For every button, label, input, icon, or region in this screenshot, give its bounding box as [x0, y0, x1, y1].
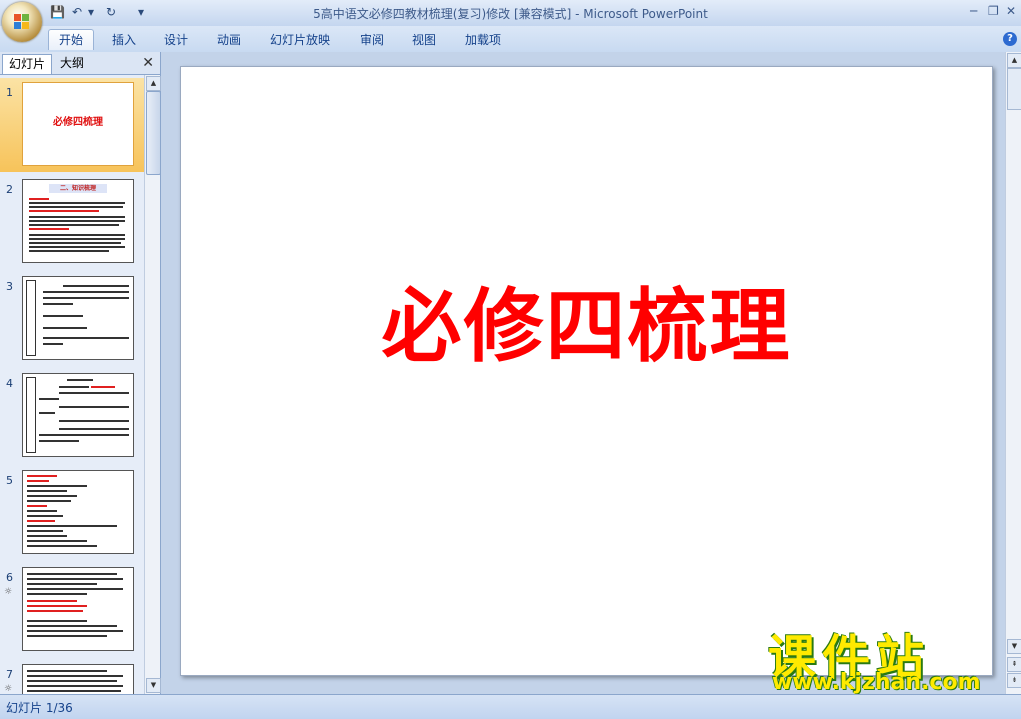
slide-thumb-5[interactable]: 5: [0, 466, 144, 560]
tab-review[interactable]: 审阅: [350, 30, 394, 50]
thumb-title: 二、知识梳理: [49, 184, 107, 193]
close-button[interactable]: ✕: [1006, 4, 1016, 18]
slide-title[interactable]: 必修四梳理: [181, 262, 992, 378]
tab-addins[interactable]: 加载项: [455, 30, 511, 50]
watermark-url: www.kjzhan.com: [772, 670, 981, 695]
animation-icon: ☼: [4, 684, 13, 694]
thumbnail: [22, 664, 134, 694]
slides-panel: 幻灯片 大纲 ✕ 1 必修四梳理 2 二、知识梳理 3 4 5 6 ☼ 7 ☼ …: [0, 52, 161, 694]
slide-number: 7: [6, 668, 13, 681]
scroll-down-icon[interactable]: ▼: [146, 678, 161, 693]
panel-scrollbar[interactable]: ▲ ▼: [144, 75, 161, 694]
scroll-up-icon[interactable]: ▲: [1007, 53, 1021, 68]
slide-number: 1: [6, 86, 13, 99]
close-icon[interactable]: ✕: [142, 55, 154, 71]
scroll-thumb[interactable]: [1007, 68, 1021, 110]
tab-design[interactable]: 设计: [154, 30, 198, 50]
restore-button[interactable]: ❐: [988, 4, 999, 18]
slide-number: 3: [6, 280, 13, 293]
slide-thumb-4[interactable]: 4: [0, 369, 144, 463]
tab-insert[interactable]: 插入: [102, 30, 146, 50]
scroll-up-icon[interactable]: ▲: [146, 76, 161, 91]
slide-number: 4: [6, 377, 13, 390]
slide-thumb-7[interactable]: 7 ☼: [0, 660, 144, 694]
slide-number: 6: [6, 571, 13, 584]
thumb-title: 必修四梳理: [53, 117, 103, 128]
previous-slide-icon[interactable]: ⇞: [1007, 657, 1021, 672]
ribbon-tabs: 开始 插入 设计 动画 幻灯片放映 审阅 视图 加载项: [0, 26, 1021, 53]
scroll-thumb[interactable]: [146, 91, 161, 175]
editor-scrollbar[interactable]: ▲ ▼ ⇞ ⇟: [1005, 52, 1021, 694]
tab-slideshow[interactable]: 幻灯片放映: [260, 30, 340, 50]
title-bar: 💾 ↶ ▾ ↻ ▾ 5高中语文必修四教材梳理(复习)修改 [兼容模式] - Mi…: [0, 0, 1021, 26]
thumbnail: [22, 567, 134, 651]
slide-number: 5: [6, 474, 13, 487]
thumbnail: [22, 470, 134, 554]
slide-counter: 幻灯片 1/36: [6, 701, 73, 715]
thumbnail: 二、知识梳理: [22, 179, 134, 263]
animation-icon: ☼: [4, 587, 13, 597]
slide-canvas[interactable]: 必修四梳理: [180, 66, 993, 676]
slide-thumb-6[interactable]: 6 ☼: [0, 563, 144, 657]
slide-number: 2: [6, 183, 13, 196]
thumbnail: [22, 373, 134, 457]
slide-thumb-3[interactable]: 3: [0, 272, 144, 366]
tab-home[interactable]: 开始: [48, 29, 95, 50]
scroll-down-icon[interactable]: ▼: [1007, 639, 1021, 654]
tab-view[interactable]: 视图: [402, 30, 446, 50]
tab-animations[interactable]: 动画: [207, 30, 251, 50]
slide-thumbnails: 1 必修四梳理 2 二、知识梳理 3 4 5 6 ☼ 7 ☼: [0, 75, 144, 694]
window-title: 5高中语文必修四教材梳理(复习)修改 [兼容模式] - Microsoft Po…: [313, 7, 708, 21]
office-button[interactable]: [2, 2, 42, 42]
thumbnail: 必修四梳理: [22, 82, 134, 166]
slide-thumb-2[interactable]: 2 二、知识梳理: [0, 175, 144, 269]
office-logo-icon: [14, 14, 30, 30]
minimize-button[interactable]: ─: [970, 4, 977, 18]
tab-outline[interactable]: 大纲: [54, 54, 90, 73]
slide-thumb-1[interactable]: 1 必修四梳理: [0, 78, 144, 172]
slide-editor: 必修四梳理: [161, 52, 1005, 694]
thumbnail: [22, 276, 134, 360]
tab-slides[interactable]: 幻灯片: [2, 54, 53, 74]
status-bar: 幻灯片 1/36: [0, 694, 1021, 719]
panel-tabs: 幻灯片 大纲 ✕: [0, 52, 160, 75]
next-slide-icon[interactable]: ⇟: [1007, 673, 1021, 688]
help-icon[interactable]: ?: [1003, 32, 1017, 46]
